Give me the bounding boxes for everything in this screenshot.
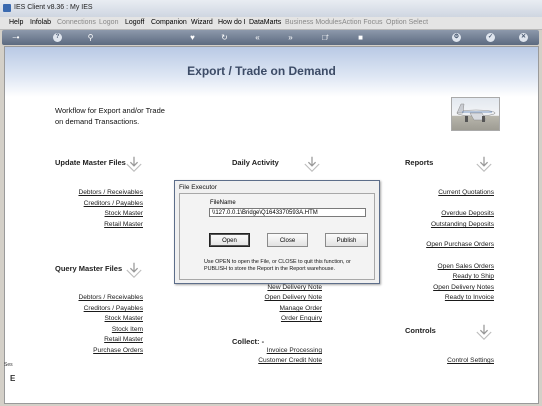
link-overdue-deposits[interactable]: Overdue Deposits: [441, 210, 494, 217]
section-update-master-files: Update Master Files: [55, 158, 126, 167]
publish-button[interactable]: Publish: [325, 233, 368, 247]
link-current-quotations[interactable]: Current Quotations: [438, 189, 494, 196]
menu-datamarts[interactable]: DataMarts: [249, 19, 281, 26]
airplane-image: [451, 97, 500, 131]
link-open-delivery-note[interactable]: Open Delivery Note: [264, 294, 322, 301]
menu-how-do-i[interactable]: How do I: [218, 19, 246, 26]
link-retail-master[interactable]: Retail Master: [104, 221, 143, 228]
chevron-down-icon: [126, 262, 142, 278]
menu-logoff[interactable]: Logoff: [125, 19, 144, 26]
window-title: IES Client v8.36 : My IES: [14, 4, 93, 11]
link-query-stock-master[interactable]: Stock Master: [105, 315, 143, 322]
rewind-icon[interactable]: «: [253, 33, 262, 42]
section-collect: Collect: -: [232, 337, 265, 346]
menu-infolab[interactable]: Infolab: [30, 19, 51, 26]
filename-input[interactable]: \\127.0.0.1\Bridge\Q1643370593A.HTM: [209, 208, 366, 217]
dialog-help-text: Use OPEN to open the File, or CLOSE to q…: [204, 259, 351, 272]
chevron-down-icon: [126, 156, 142, 172]
file-executor-dialog: File Executor FileName \\127.0.0.1\Bridg…: [174, 180, 380, 284]
window-titlebar: IES Client v8.36 : My IES: [0, 0, 542, 18]
up-icon[interactable]: ↑: [323, 32, 332, 41]
link-stock-master[interactable]: Stock Master: [105, 210, 143, 217]
check-icon[interactable]: ✓: [486, 33, 495, 42]
link-control-settings[interactable]: Control Settings: [447, 357, 494, 364]
description-line-1: Workflow for Export and/or Trade: [55, 106, 165, 115]
menu-wizard[interactable]: Wizard: [191, 19, 213, 26]
section-query-master-files: Query Master Files: [55, 264, 123, 273]
link-new-delivery-note[interactable]: New Delivery Note: [267, 284, 322, 291]
link-customer-credit-note[interactable]: Customer Credit Note: [258, 357, 322, 364]
menu-option-select[interactable]: Option Select: [386, 19, 428, 26]
section-daily-activity: Daily Activity: [232, 158, 279, 167]
link-ready-to-ship[interactable]: Ready to Ship: [453, 273, 494, 280]
help-icon[interactable]: ?: [53, 33, 62, 42]
link-open-delivery-notes[interactable]: Open Delivery Notes: [433, 284, 494, 291]
menu-help[interactable]: Help: [9, 19, 23, 26]
link-outstanding-deposits[interactable]: Outstanding Deposits: [431, 221, 494, 228]
app-icon: [3, 4, 11, 12]
link-creditors-payables[interactable]: Creditors / Payables: [84, 200, 143, 207]
description-line-2: on demand Transactions.: [55, 117, 140, 126]
link-open-sales-orders[interactable]: Open Sales Orders: [438, 263, 494, 270]
side-fragment-letter: E: [10, 374, 16, 383]
link-query-retail-master[interactable]: Retail Master: [104, 336, 143, 343]
toolbar: ⎯• ? ⚲ ♥ ↻ « » □ ↑ ■ ⚙ ✓ ✕: [2, 30, 539, 45]
link-open-purchase-orders[interactable]: Open Purchase Orders: [426, 241, 494, 248]
menu-business-modules[interactable]: Business Modules: [285, 19, 342, 26]
link-query-debtors-receivables[interactable]: Debtors / Receivables: [78, 294, 143, 301]
open-button[interactable]: Open: [209, 233, 250, 247]
link-invoice-processing[interactable]: Invoice Processing: [267, 347, 322, 354]
link-query-stock-item[interactable]: Stock Item: [112, 326, 143, 333]
link-query-purchase-orders[interactable]: Purchase Orders: [93, 347, 143, 354]
link-order-enquiry[interactable]: Order Enquiry: [281, 315, 322, 322]
chevron-down-icon: [476, 324, 492, 340]
menu-bar: Help Infolab Connections Logon Logoff Co…: [0, 17, 542, 30]
page-title: Export / Trade on Demand: [187, 64, 336, 78]
page-description: Workflow for Export and/or Trade on dema…: [55, 105, 165, 127]
forward-icon[interactable]: »: [286, 33, 295, 42]
menu-logon[interactable]: Logon: [99, 19, 118, 26]
menu-connections[interactable]: Connections: [57, 19, 96, 26]
close-button[interactable]: Close: [267, 233, 308, 247]
section-controls: Controls: [405, 326, 436, 335]
section-reports: Reports: [405, 158, 434, 167]
stop-icon[interactable]: ■: [356, 33, 365, 42]
side-fragment-label: Ses: [4, 362, 13, 368]
link-query-creditors-payables[interactable]: Creditors / Payables: [84, 305, 143, 312]
search-icon[interactable]: ⚲: [86, 33, 95, 42]
close-icon[interactable]: ✕: [519, 33, 528, 42]
settings-icon[interactable]: ⚙: [452, 33, 461, 42]
chevron-down-icon: [476, 156, 492, 172]
key-icon[interactable]: ⎯•: [8, 33, 24, 42]
link-ready-to-invoice[interactable]: Ready to Invoice: [445, 294, 494, 301]
menu-action-focus[interactable]: Action Focus: [342, 19, 382, 26]
link-manage-order[interactable]: Manage Order: [279, 305, 322, 312]
filename-label: FileName: [210, 200, 236, 206]
heart-icon[interactable]: ♥: [188, 33, 197, 42]
refresh-icon[interactable]: ↻: [220, 33, 229, 42]
link-debtors-receivables[interactable]: Debtors / Receivables: [78, 189, 143, 196]
chevron-down-icon: [304, 156, 320, 172]
menu-companion[interactable]: Companion: [151, 19, 187, 26]
dialog-title: File Executor: [179, 184, 217, 191]
dialog-body: FileName \\127.0.0.1\Bridge\Q1643370593A…: [179, 193, 375, 280]
